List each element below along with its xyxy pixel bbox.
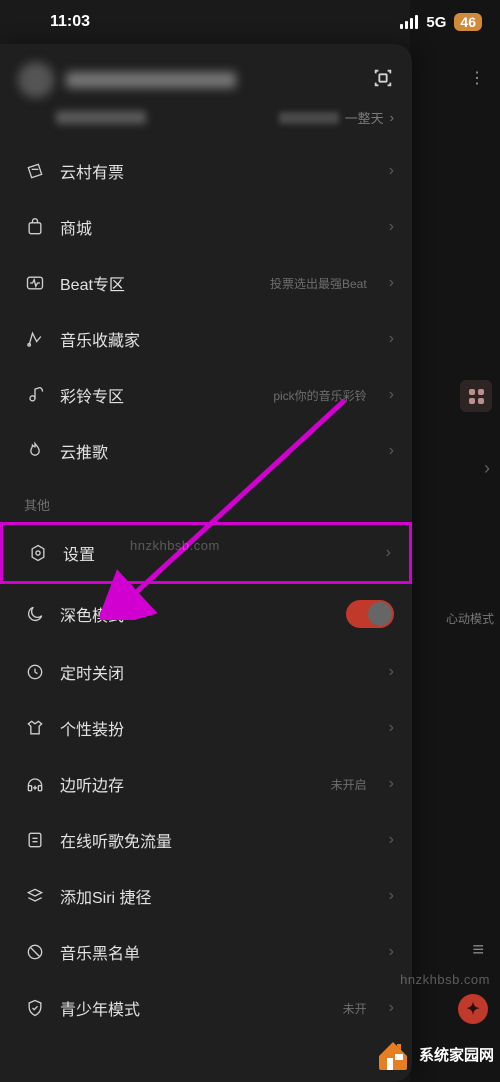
shield-icon	[24, 998, 46, 1018]
site-logo: 系统家园网	[373, 1034, 494, 1074]
menu-item-settings[interactable]: 设置 ›	[0, 522, 412, 584]
side-drawer: 一整天 › 云村有票 › 商城 › Beat专区 投票选出最强Beat › 音乐…	[0, 44, 412, 1082]
shirt-icon	[24, 718, 46, 738]
menu-item-label: 彩铃专区	[60, 383, 124, 407]
menu-item-label: Beat专区	[60, 271, 125, 295]
moon-icon	[24, 604, 46, 624]
gear-hex-icon	[27, 543, 49, 563]
menu-item-skin[interactable]: 个性装扮 ›	[0, 700, 412, 756]
menu-item-label: 云村有票	[60, 159, 124, 183]
status-battery: 46	[454, 13, 482, 31]
ringtone-icon	[24, 385, 46, 405]
sim-icon	[24, 830, 46, 850]
layout-grid-button[interactable]	[460, 380, 492, 412]
darkmode-toggle[interactable]	[346, 600, 394, 628]
kebab-icon[interactable]: ⋮	[469, 68, 486, 88]
menu-item-label: 青少年模式	[60, 996, 140, 1020]
chevron-right-icon: ›	[386, 544, 391, 562]
sub-left-blurred	[56, 111, 146, 124]
chevron-right-icon: ›	[389, 162, 394, 180]
menu-item-label: 添加Siri 捷径	[60, 884, 152, 908]
menu-item-ringtone[interactable]: 彩铃专区 pick你的音乐彩铃 ›	[0, 367, 412, 423]
drawer-subheader[interactable]: 一整天 ›	[0, 104, 412, 143]
menu-item-timer[interactable]: 定时关闭 ›	[0, 644, 412, 700]
menu-item-hint: 未开启	[331, 776, 367, 793]
chevron-right-icon: ›	[389, 274, 394, 292]
menu-item-datafree[interactable]: 在线听歌免流量 ›	[0, 812, 412, 868]
menu-item-label: 定时关闭	[60, 660, 124, 684]
sub-right-text: 一整天	[345, 108, 384, 127]
chevron-right-icon: ›	[389, 943, 394, 961]
menu-item-label: 云推歌	[60, 439, 108, 463]
user-name-blurred	[66, 72, 236, 88]
layers-icon	[24, 886, 46, 906]
menu-item-teenmode[interactable]: 青少年模式 未开 ›	[0, 980, 412, 1036]
clock-icon	[24, 662, 46, 682]
bag-icon	[24, 217, 46, 237]
chevron-right-icon: ›	[389, 663, 394, 681]
menu-item-hint: 投票选出最强Beat	[270, 275, 367, 292]
menu-item-promote[interactable]: 云推歌 ›	[0, 423, 412, 479]
drawer-header[interactable]	[0, 50, 412, 104]
chevron-right-icon: ›	[390, 110, 394, 125]
chevron-right-icon: ›	[389, 442, 394, 460]
chevron-right-icon: ›	[389, 218, 394, 236]
status-network: 5G	[426, 14, 446, 31]
section-other-label: 其他	[0, 479, 412, 522]
menu-item-siri[interactable]: 添加Siri 捷径 ›	[0, 868, 412, 924]
ban-icon	[24, 942, 46, 962]
chevron-right-icon: ›	[389, 775, 394, 793]
menu-item-ticket[interactable]: 云村有票 ›	[0, 143, 412, 199]
chevron-right-icon: ›	[389, 330, 394, 348]
menu-item-blacklist[interactable]: 音乐黑名单 ›	[0, 924, 412, 980]
logo-text: 系统家园网	[419, 1044, 494, 1065]
menu-item-darkmode[interactable]: 深色模式	[0, 584, 412, 644]
pulse-icon	[24, 273, 46, 293]
menu-item-label: 音乐收藏家	[60, 327, 140, 351]
chevron-right-icon: ›	[484, 458, 490, 479]
menu-item-hint: pick你的音乐彩铃	[273, 387, 366, 404]
chevron-right-icon: ›	[389, 887, 394, 905]
scan-icon[interactable]	[372, 67, 394, 94]
status-bar: 11:03 5G 46	[0, 0, 500, 44]
user-avatar-icon	[18, 62, 54, 98]
playlist-icon[interactable]: ≡	[472, 939, 484, 962]
signal-icon	[400, 15, 418, 29]
sub-mid-blurred	[279, 112, 339, 124]
menu-item-label: 深色模式	[60, 602, 124, 626]
status-time: 11:03	[50, 13, 90, 31]
chevron-right-icon: ›	[389, 719, 394, 737]
headphones-down-icon	[24, 774, 46, 794]
mode-pill[interactable]: 心动模式	[446, 610, 494, 627]
menu-item-label: 在线听歌免流量	[60, 828, 172, 852]
menu-item-beat[interactable]: Beat专区 投票选出最强Beat ›	[0, 255, 412, 311]
menu-item-listencache[interactable]: 边听边存 未开启 ›	[0, 756, 412, 812]
menu-item-collector[interactable]: 音乐收藏家 ›	[0, 311, 412, 367]
collect-icon	[24, 329, 46, 349]
menu-item-hint: 未开	[343, 1000, 367, 1017]
menu-item-label: 个性装扮	[60, 716, 124, 740]
menu-item-label: 音乐黑名单	[60, 940, 140, 964]
user-avatar[interactable]: ✦	[458, 994, 488, 1024]
menu-item-store[interactable]: 商城 ›	[0, 199, 412, 255]
background-screen: ⋮ › 心动模式 ≡ ✦	[410, 0, 500, 1082]
ticket-icon	[24, 161, 46, 181]
chevron-right-icon: ›	[389, 999, 394, 1017]
chevron-right-icon: ›	[389, 386, 394, 404]
house-icon	[373, 1034, 413, 1074]
menu-item-label: 商城	[60, 215, 92, 239]
menu-item-label: 设置	[63, 541, 95, 565]
menu-item-label: 边听边存	[60, 772, 124, 796]
chevron-right-icon: ›	[389, 831, 394, 849]
flame-icon	[24, 441, 46, 461]
